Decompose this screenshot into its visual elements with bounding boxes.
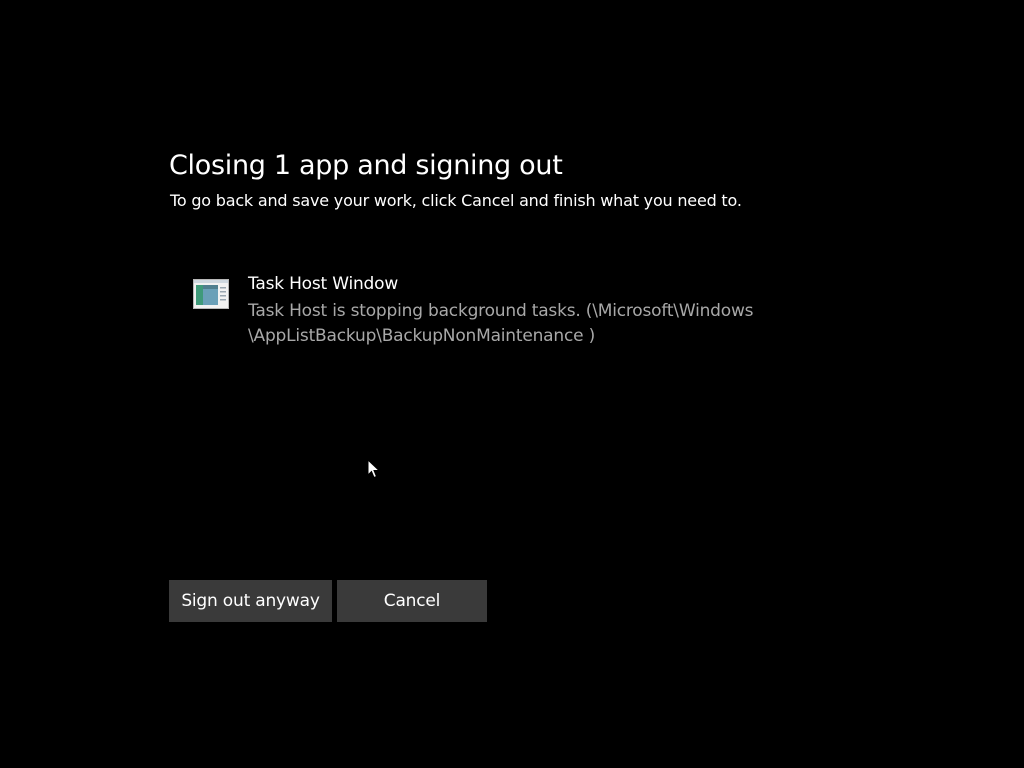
app-status-line: Task Host is stopping background tasks. … — [248, 301, 754, 321]
task-host-window-icon — [193, 279, 229, 309]
sign-out-anyway-button[interactable]: Sign out anyway — [169, 580, 332, 622]
app-status-line: \AppListBackup\BackupNonMaintenance ) — [248, 326, 596, 346]
app-status-text: Task Host is stopping background tasks. … — [248, 299, 788, 349]
mouse-cursor-icon — [367, 458, 381, 479]
sign-out-screen: Closing 1 app and signing out To go back… — [0, 0, 1024, 768]
app-name: Task Host Window — [248, 274, 399, 294]
page-title: Closing 1 app and signing out — [169, 150, 563, 181]
cancel-button[interactable]: Cancel — [337, 580, 487, 622]
page-subtitle: To go back and save your work, click Can… — [170, 191, 742, 210]
app-list-item: Task Host Window Task Host is stopping b… — [193, 274, 793, 354]
